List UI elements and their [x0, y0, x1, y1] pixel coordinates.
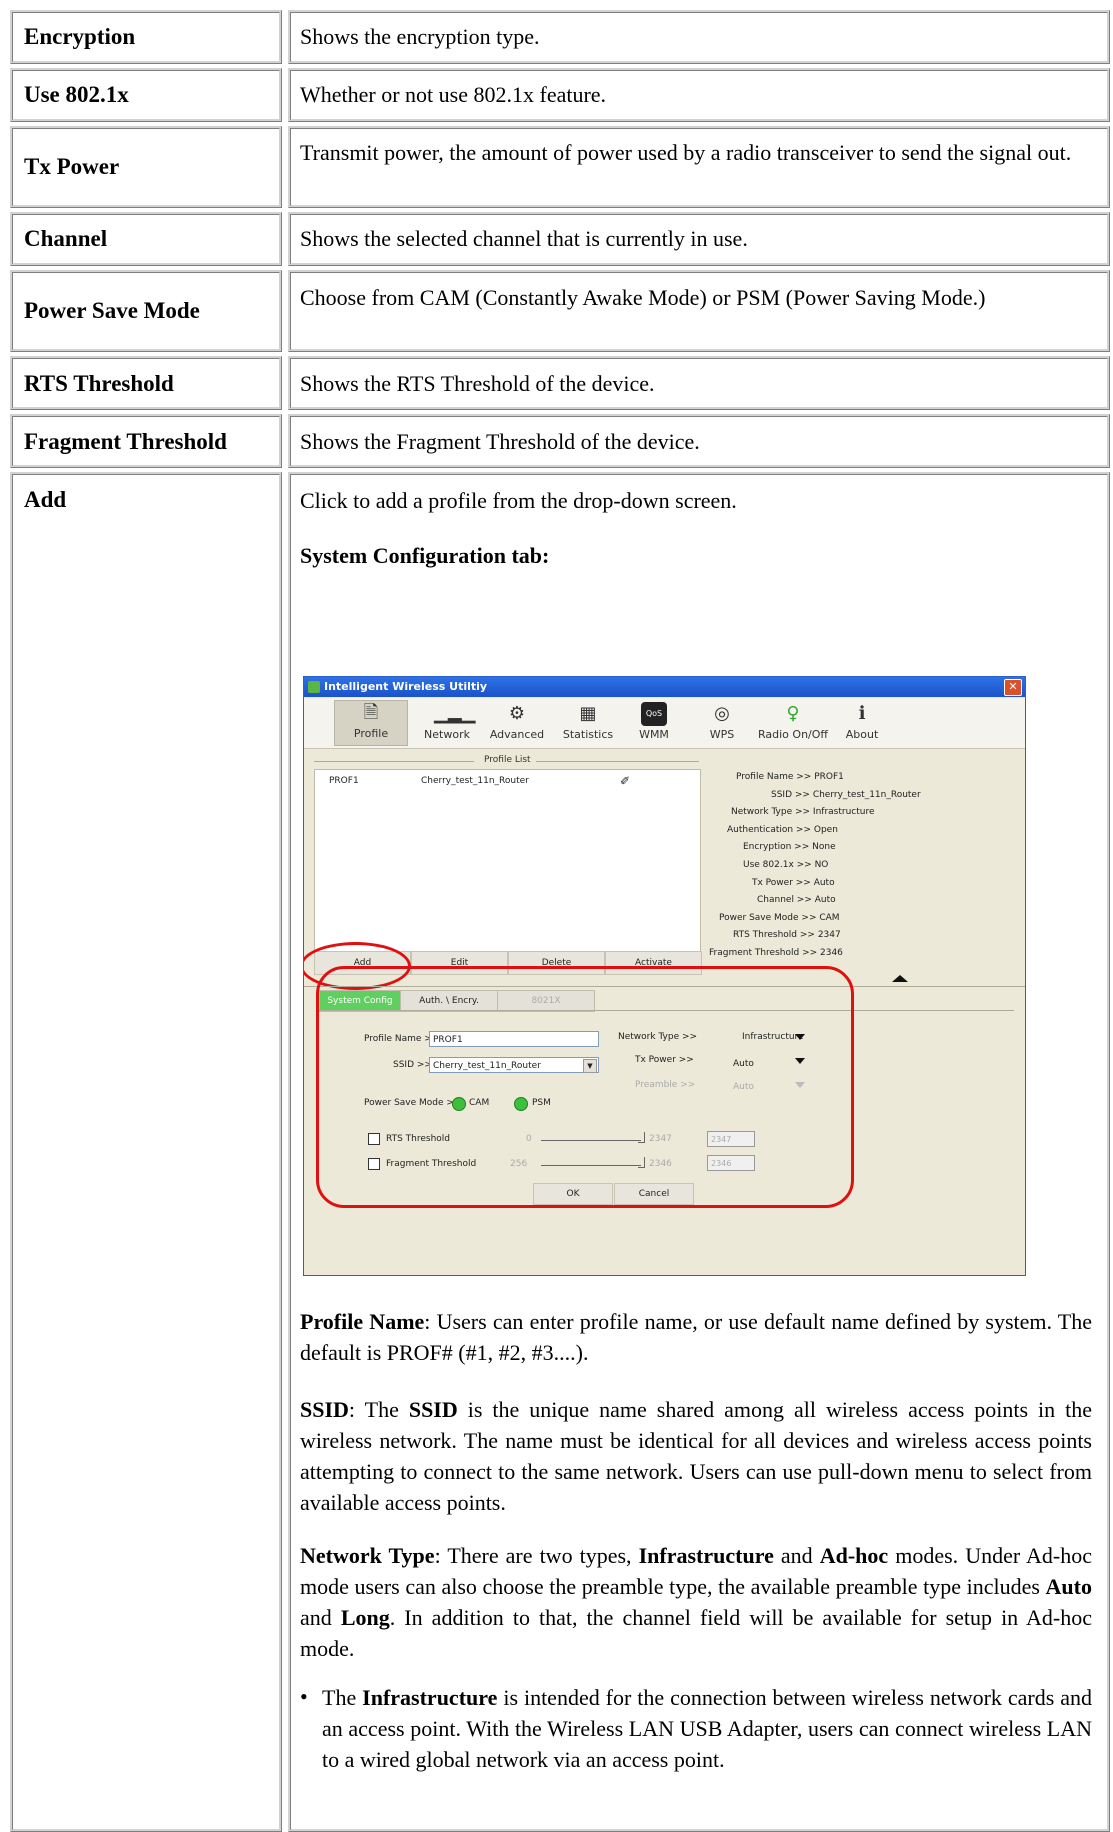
toolbar-wps[interactable]: ◎ WPS [697, 702, 747, 741]
row-desc: Click to add a profile from the drop-dow… [300, 488, 737, 513]
row-label: Use 802.1x [24, 82, 129, 107]
text: and [773, 1543, 820, 1568]
info-line: Network Type >> Infrastructure [731, 807, 875, 818]
info-line: Tx Power >> Auto [752, 877, 835, 888]
term: Profile Name [300, 1309, 425, 1334]
toolbar-label: Statistics [562, 728, 614, 741]
radio-icon: ♀ [786, 703, 800, 724]
bullet-icon: • [300, 1684, 308, 1709]
wps-icon: ◎ [714, 703, 730, 724]
divider [314, 761, 474, 762]
row-desc: Shows the selected channel that is curre… [300, 226, 748, 251]
close-button[interactable]: ✕ [1004, 679, 1022, 696]
config-highlight [316, 966, 854, 1208]
info-line: Authentication >> Open [727, 824, 838, 835]
window-title: Intelligent Wireless Utiltiy [324, 680, 488, 693]
info-line: Profile Name >> PROF1 [736, 772, 844, 782]
ssid-paragraph: SSID: The SSID is the unique name shared… [300, 1394, 1092, 1518]
row-label: Add [24, 487, 67, 512]
text: and [300, 1605, 341, 1630]
profile-icon: 🗎 [363, 702, 379, 723]
row-label: Fragment Threshold [24, 429, 227, 454]
profile-list-label: Profile List [484, 755, 531, 765]
row-desc: Transmit power, the amount of power used… [300, 140, 1072, 165]
row-desc: Shows the Fragment Threshold of the devi… [300, 429, 700, 454]
profile-list[interactable]: PROF1 Cherry_test_11n_Router ✐ [314, 769, 701, 959]
infrastructure-bullet: • The Infrastructure is intended for the… [300, 1682, 1092, 1775]
toolbar: 🗎 Profile ▁▂▁ Network ⚙ Advanced ▦ Statistic… [304, 698, 1025, 749]
info-line: SSID >> Cherry_test_11n_Router [771, 789, 921, 800]
row-desc: Choose from CAM (Constantly Awake Mode) … [300, 285, 986, 310]
term: Network Type [300, 1543, 435, 1568]
toolbar-label: WMM [639, 728, 669, 741]
toolbar-profile[interactable]: 🗎 Profile [334, 700, 408, 746]
term: SSID [408, 1397, 458, 1422]
toolbar-label: WPS [709, 728, 735, 741]
toolbar-label: Network [424, 728, 470, 741]
info-line: RTS Threshold >> 2347 [733, 930, 841, 941]
section-heading: System Configuration tab: [300, 543, 550, 568]
statistics-icon: ▦ [579, 703, 597, 724]
collapse-icon[interactable] [892, 975, 908, 982]
term: Ad-hoc [819, 1543, 889, 1568]
text: : There are two types, [434, 1543, 639, 1568]
info-line: Encryption >> None [743, 842, 836, 853]
toolbar-about[interactable]: ℹ About [838, 702, 886, 741]
toolbar-label: Radio On/Off [758, 728, 828, 741]
toolbar-statistics[interactable]: ▦ Statistics [552, 702, 624, 741]
row-desc: Shows the encryption type. [300, 24, 540, 49]
toolbar-wmm[interactable]: QoS WMM [629, 702, 679, 741]
divider [536, 761, 699, 762]
app-icon [308, 681, 320, 693]
toolbar-label: About [845, 728, 879, 741]
profile-info: Profile Name >> PROF1 SSID >> Cherry_tes… [699, 769, 1019, 963]
info-line: Channel >> Auto [757, 895, 836, 906]
term: Infrastructure [638, 1543, 774, 1568]
row-label: RTS Threshold [24, 371, 174, 396]
gears-icon: ⚙ [508, 703, 526, 724]
toolbar-advanced[interactable]: ⚙ Advanced [482, 702, 552, 741]
term: Infrastructure [362, 1685, 498, 1710]
network-icon: ▁▂▁ [434, 703, 476, 724]
term: Auto [1045, 1574, 1092, 1599]
row-label: Encryption [24, 24, 136, 49]
toolbar-label: Advanced [489, 728, 545, 741]
toolbar-network[interactable]: ▁▂▁ Network [412, 702, 482, 741]
text: : The [348, 1397, 409, 1422]
profile-name: PROF1 [329, 776, 359, 786]
window-titlebar: Intelligent Wireless Utiltiy ✕ [304, 677, 1025, 697]
term: SSID [300, 1397, 349, 1422]
connected-icon: ✐ [620, 774, 631, 788]
network-type-paragraph: Network Type: There are two types, Infra… [300, 1540, 1092, 1664]
row-desc: Shows the RTS Threshold of the device. [300, 371, 655, 396]
text: The [322, 1685, 363, 1710]
row-label: Channel [24, 226, 108, 251]
row-label: Power Save Mode [24, 298, 200, 323]
profile-ssid: Cherry_test_11n_Router [421, 776, 529, 786]
info-line: Use 802.1x >> NO [743, 859, 829, 870]
toolbar-radio[interactable]: ♀ Radio On/Off [750, 702, 836, 741]
info-line: Fragment Threshold >> 2346 [709, 947, 843, 958]
about-icon: ℹ [858, 703, 866, 724]
qos-icon: QoS [641, 702, 667, 726]
toolbar-label: Profile [353, 727, 389, 740]
term: Long [340, 1605, 390, 1630]
utility-window: Intelligent Wireless Utiltiy ✕ 🗎 Profile … [303, 676, 1026, 1276]
row-desc: Whether or not use 802.1x feature. [300, 82, 607, 107]
info-line: Power Save Mode >> CAM [719, 912, 840, 923]
row-label: Tx Power [24, 154, 120, 179]
text: . In addition to that, the channel field… [300, 1605, 1093, 1661]
profile-name-paragraph: Profile Name: Users can enter profile na… [300, 1306, 1092, 1368]
